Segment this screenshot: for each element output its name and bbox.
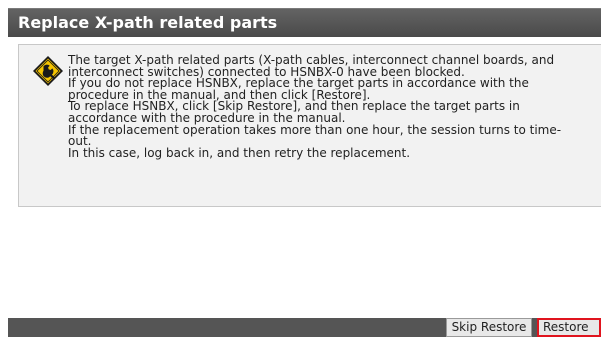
- message-line: In this case, log back in, and then retr…: [68, 145, 411, 160]
- message-line: If the replacement operation takes more …: [68, 122, 562, 137]
- skip-restore-button[interactable]: Skip Restore: [446, 318, 532, 337]
- message-box: The target X-path related parts (X-path …: [18, 44, 601, 207]
- replace-xpath-dialog: Replace X-path related parts The target …: [0, 0, 601, 337]
- dialog-title-bar: Replace X-path related parts: [8, 8, 601, 37]
- message-text: The target X-path related parts (X-path …: [68, 54, 598, 160]
- dialog-title: Replace X-path related parts: [18, 13, 278, 32]
- restore-button[interactable]: Restore: [537, 318, 601, 337]
- warning-icon: [32, 55, 64, 87]
- top-accent: [0, 0, 601, 8]
